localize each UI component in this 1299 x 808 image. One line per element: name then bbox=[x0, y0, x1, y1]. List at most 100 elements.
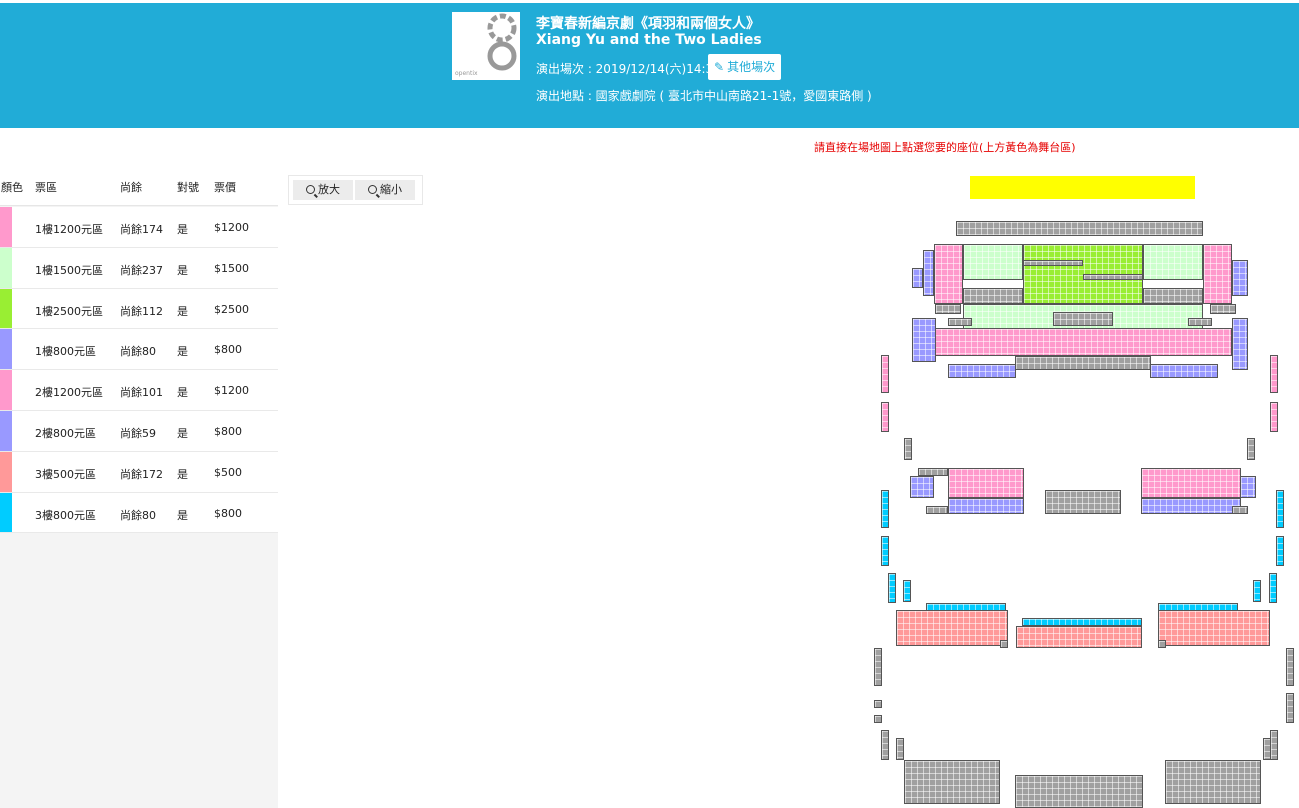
sold-seats[interactable] bbox=[1263, 738, 1271, 760]
sold-seats[interactable] bbox=[1210, 304, 1236, 314]
sold-seats[interactable] bbox=[1270, 730, 1278, 760]
seat-block-2f-800[interactable] bbox=[1240, 476, 1256, 498]
zone-name: 2樓1200元區 bbox=[35, 386, 103, 400]
seat-block-3f-500[interactable] bbox=[896, 610, 1008, 646]
sold-seats[interactable] bbox=[1286, 693, 1294, 723]
sold-seats[interactable] bbox=[956, 221, 1203, 236]
seat-block-1f-1200[interactable] bbox=[934, 328, 1232, 356]
zone-price: $1200 bbox=[214, 384, 249, 398]
sold-seats[interactable] bbox=[1158, 640, 1166, 648]
legend-row[interactable]: 2樓800元區 尚餘59 是 $800 bbox=[0, 410, 278, 452]
col-remain: 尚餘 bbox=[120, 181, 142, 194]
sold-seats[interactable] bbox=[948, 318, 972, 326]
sold-seats[interactable] bbox=[1232, 506, 1248, 514]
zone-color-swatch bbox=[0, 207, 12, 247]
seat-block-2f-1200[interactable] bbox=[1270, 402, 1278, 432]
seat-block-2f-800[interactable] bbox=[948, 498, 1024, 514]
sold-seats[interactable] bbox=[1188, 318, 1212, 326]
seat-block-1f-1500[interactable] bbox=[963, 244, 1023, 280]
other-sessions-button[interactable]: ✎ 其他場次 bbox=[708, 54, 782, 80]
other-sessions-label: 其他場次 bbox=[727, 60, 776, 74]
seat-block-1f-800[interactable] bbox=[923, 250, 934, 296]
seat-block-3f-800[interactable] bbox=[881, 536, 889, 566]
seat-block-3f-500[interactable] bbox=[1158, 610, 1270, 646]
seat-block-3f-800[interactable] bbox=[888, 573, 896, 603]
seat-block-3f-800[interactable] bbox=[1276, 490, 1284, 528]
seat-block-1f-800[interactable] bbox=[912, 268, 923, 288]
sold-seats[interactable] bbox=[1000, 640, 1008, 648]
legend-rows: 1樓1200元區 尚餘174 是 $1200 1樓1500元區 尚餘237 是 $1500 1樓… bbox=[0, 207, 278, 534]
sold-seats[interactable] bbox=[935, 304, 961, 314]
show-time: 演出場次 : 2019/12/14(六)14:30 bbox=[536, 62, 721, 76]
sold-seats[interactable] bbox=[1165, 760, 1261, 804]
sold-seats[interactable] bbox=[874, 648, 882, 686]
legend-row[interactable]: 1樓2500元區 尚餘112 是 $2500 bbox=[0, 288, 278, 330]
zoom-in-button[interactable]: 放大 bbox=[293, 180, 353, 200]
sold-seats[interactable] bbox=[1015, 775, 1143, 808]
legend-row[interactable]: 2樓1200元區 尚餘101 是 $1200 bbox=[0, 370, 278, 411]
zone-assigned: 是 bbox=[177, 467, 188, 481]
sold-seats[interactable] bbox=[1083, 274, 1143, 280]
sold-seats[interactable] bbox=[1045, 490, 1121, 514]
zone-assigned: 是 bbox=[177, 508, 188, 522]
col-zone: 票區 bbox=[35, 181, 57, 194]
seat-block-1f-1200[interactable] bbox=[1203, 244, 1232, 304]
sold-seats[interactable] bbox=[904, 760, 1000, 804]
seat-block-3f-500[interactable] bbox=[1016, 626, 1142, 648]
sold-seats[interactable] bbox=[918, 468, 948, 476]
zone-remaining: 尚餘112 bbox=[120, 304, 163, 318]
sold-seats[interactable] bbox=[881, 730, 889, 760]
legend-row[interactable]: 1樓800元區 尚餘80 是 $800 bbox=[0, 329, 278, 371]
seat-block-1f-800[interactable] bbox=[1232, 260, 1248, 296]
zone-name: 1樓1500元區 bbox=[35, 263, 103, 277]
legend-row[interactable]: 3樓500元區 尚餘172 是 $500 bbox=[0, 451, 278, 493]
seat-block-3f-800[interactable] bbox=[1022, 618, 1142, 626]
legend-row[interactable]: 1樓1500元區 尚餘237 是 $1500 bbox=[0, 247, 278, 289]
seat-block-1f-1200[interactable] bbox=[934, 244, 963, 304]
legend-row[interactable]: 3樓800元區 尚餘80 是 $800 bbox=[0, 492, 278, 534]
zoom-out-label: 縮小 bbox=[380, 183, 402, 196]
zone-remaining: 尚餘80 bbox=[120, 345, 156, 359]
seat-block-2f-1200[interactable] bbox=[881, 402, 889, 432]
seat-block-2f-1200[interactable] bbox=[948, 468, 1024, 498]
seat-block-3f-800[interactable] bbox=[1253, 580, 1261, 602]
sold-seats[interactable] bbox=[1247, 438, 1255, 460]
col-assigned: 對號 bbox=[177, 181, 199, 194]
seat-block-3f-800[interactable] bbox=[903, 580, 911, 602]
zone-remaining: 尚餘174 bbox=[120, 223, 163, 236]
seat-block-2f-800[interactable] bbox=[1141, 498, 1241, 514]
sold-seats[interactable] bbox=[874, 700, 882, 708]
sold-seats[interactable] bbox=[1286, 648, 1294, 686]
legend-row[interactable]: 1樓1200元區 尚餘174 是 $1200 bbox=[0, 207, 278, 248]
sold-seats[interactable] bbox=[963, 288, 1023, 304]
sold-seats[interactable] bbox=[904, 438, 912, 460]
seat-block-2f-800[interactable] bbox=[910, 476, 934, 498]
seat-block-1f-1500[interactable] bbox=[1143, 244, 1203, 280]
seat-block-2f-1200[interactable] bbox=[1141, 468, 1241, 498]
seat-block-1f-800[interactable] bbox=[1150, 364, 1218, 378]
zoom-in-icon bbox=[306, 185, 315, 194]
zone-name: 3樓500元區 bbox=[35, 467, 96, 481]
zoom-in-label: 放大 bbox=[318, 183, 340, 196]
zone-assigned: 是 bbox=[177, 426, 188, 440]
seat-block-1f-800[interactable] bbox=[912, 318, 936, 362]
seat-block-1f-800[interactable] bbox=[948, 364, 1016, 378]
zone-color-swatch bbox=[0, 247, 12, 288]
sold-seats[interactable] bbox=[1143, 288, 1203, 304]
sold-seats[interactable] bbox=[1023, 260, 1083, 266]
seat-block-3f-800[interactable] bbox=[1276, 536, 1284, 566]
sold-seats[interactable] bbox=[896, 738, 904, 760]
seat-block-1f-800[interactable] bbox=[1232, 318, 1248, 370]
sold-seats[interactable] bbox=[874, 715, 882, 723]
seat-block-3f-800[interactable] bbox=[1269, 573, 1277, 603]
zone-price: $500 bbox=[214, 465, 242, 479]
event-title-zh: 李寶春新編京劇《項羽和兩個女人》 bbox=[536, 16, 760, 32]
seat-block-3f-800[interactable] bbox=[881, 490, 889, 528]
sold-seats[interactable] bbox=[926, 506, 948, 514]
zone-assigned: 是 bbox=[177, 345, 188, 359]
seat-block-2f-1200[interactable] bbox=[881, 355, 889, 393]
seat-block-2f-1200[interactable] bbox=[1270, 355, 1278, 393]
zoom-out-button[interactable]: 縮小 bbox=[355, 180, 415, 200]
sold-seats[interactable] bbox=[1053, 312, 1113, 326]
sold-seats[interactable] bbox=[1015, 356, 1151, 370]
